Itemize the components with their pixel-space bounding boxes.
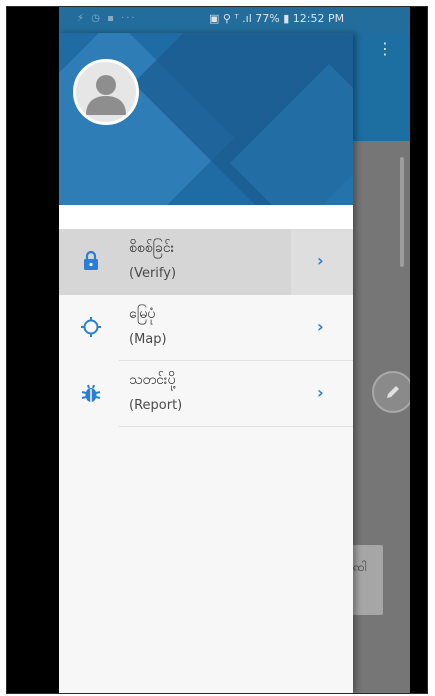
status-system-info: ▣ ⚲ ᵀ .ıl 77% ▮ 12:52 PM [209, 12, 345, 25]
chevron-right-icon: › [317, 383, 324, 402]
scrollbar[interactable] [400, 157, 404, 267]
lock-icon [84, 250, 98, 270]
divider [119, 426, 353, 427]
app-card: ꩡါ [349, 545, 383, 615]
chevron-right-icon: › [317, 317, 324, 336]
more-options-icon[interactable]: ⋮ [377, 41, 393, 57]
video-letterbox-right [410, 7, 427, 693]
crosshair-icon [81, 317, 101, 337]
menu-item-title: မြေပုံ [129, 306, 156, 322]
drawer-spacer [59, 205, 353, 229]
menu-item-subtitle: (Report) [129, 398, 183, 413]
menu-item-map[interactable]: မြေပုံ (Map) › [59, 295, 353, 361]
app-card-text: ꩡါ [353, 560, 367, 574]
status-bar: ⚡ ◷ ▪ ··· ▣ ⚲ ᵀ .ıl 77% ▮ 12:52 PM [59, 7, 410, 33]
drawer-header [59, 33, 353, 205]
menu-item-title: စိစစ်ခြင်း [129, 240, 175, 256]
person-icon [86, 75, 126, 115]
menu-item-verify[interactable]: စိစစ်ခြင်း (Verify) › [59, 229, 353, 295]
menu-item-subtitle: (Verify) [129, 266, 177, 281]
menu-item-title: သတင်းပို့ [129, 372, 176, 388]
screenshot-frame: ⋮ ꩡါ ⚡ ◷ ▪ ··· ▣ ⚲ ᵀ .ıl 77% ▮ 12:52 PM [6, 6, 428, 694]
phone-screen: ⋮ ꩡါ ⚡ ◷ ▪ ··· ▣ ⚲ ᵀ .ıl 77% ▮ 12:52 PM [59, 7, 410, 693]
video-letterbox-left [7, 7, 59, 693]
navigation-drawer: စိစစ်ခြင်း (Verify) › မြေပုံ (Map) › သတင… [59, 33, 353, 693]
avatar[interactable] [73, 59, 139, 125]
edit-fab-button[interactable] [372, 371, 410, 413]
bug-icon [81, 384, 101, 402]
menu-item-subtitle: (Map) [129, 332, 167, 347]
chevron-right-icon: › [317, 251, 324, 270]
pencil-icon [387, 386, 399, 398]
menu-item-report[interactable]: သတင်းပို့ (Report) › [59, 361, 353, 427]
status-notification-icons: ⚡ ◷ ▪ ··· [77, 13, 137, 24]
